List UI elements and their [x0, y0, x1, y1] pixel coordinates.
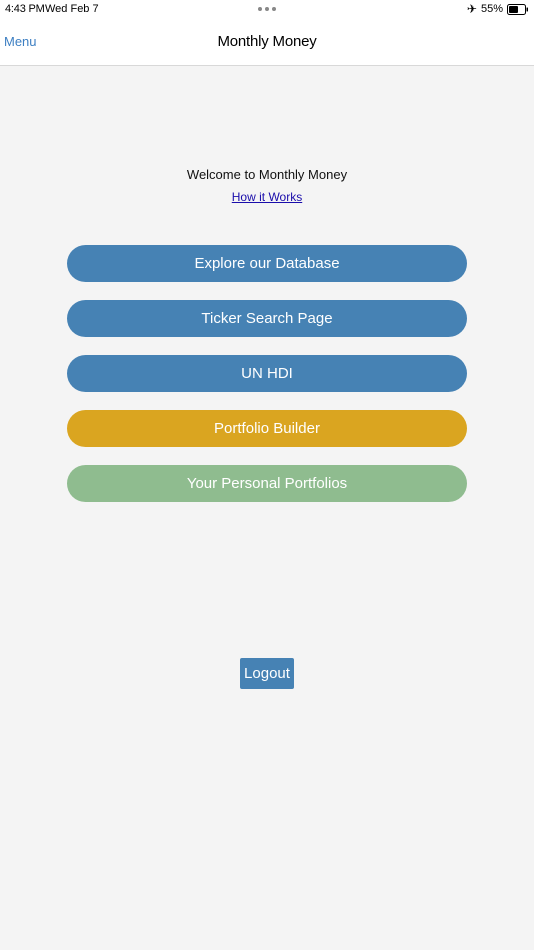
explore-database-button[interactable]: Explore our Database	[67, 245, 467, 282]
portfolio-builder-button[interactable]: Portfolio Builder	[67, 410, 467, 447]
airplane-icon: ✈	[466, 2, 477, 16]
how-it-works-container: How it Works	[0, 190, 534, 204]
battery-percentage: 55%	[480, 3, 503, 15]
welcome-text: Welcome to Monthly Money	[186, 167, 348, 182]
how-it-works-link[interactable]: How it Works	[232, 190, 302, 204]
status-bar: 4:43 PM Wed Feb 7 ✈ 55%	[0, 0, 534, 20]
status-right: ✈ 55%	[467, 2, 529, 16]
personal-portfolios-button[interactable]: Your Personal Portfolios	[67, 465, 467, 502]
page-title: Monthly Money	[217, 33, 317, 50]
multitasking-dots-icon[interactable]	[258, 2, 276, 16]
battery-icon	[507, 3, 529, 15]
status-time: 4:43 PM	[5, 3, 45, 15]
un-hdi-button[interactable]: UN HDI	[67, 355, 467, 392]
navigation-bar: Menu Monthly Money	[0, 20, 534, 66]
status-date: Wed Feb 7	[45, 3, 99, 15]
logout-button[interactable]: Logout	[240, 658, 294, 689]
ticker-search-button[interactable]: Ticker Search Page	[67, 300, 467, 337]
